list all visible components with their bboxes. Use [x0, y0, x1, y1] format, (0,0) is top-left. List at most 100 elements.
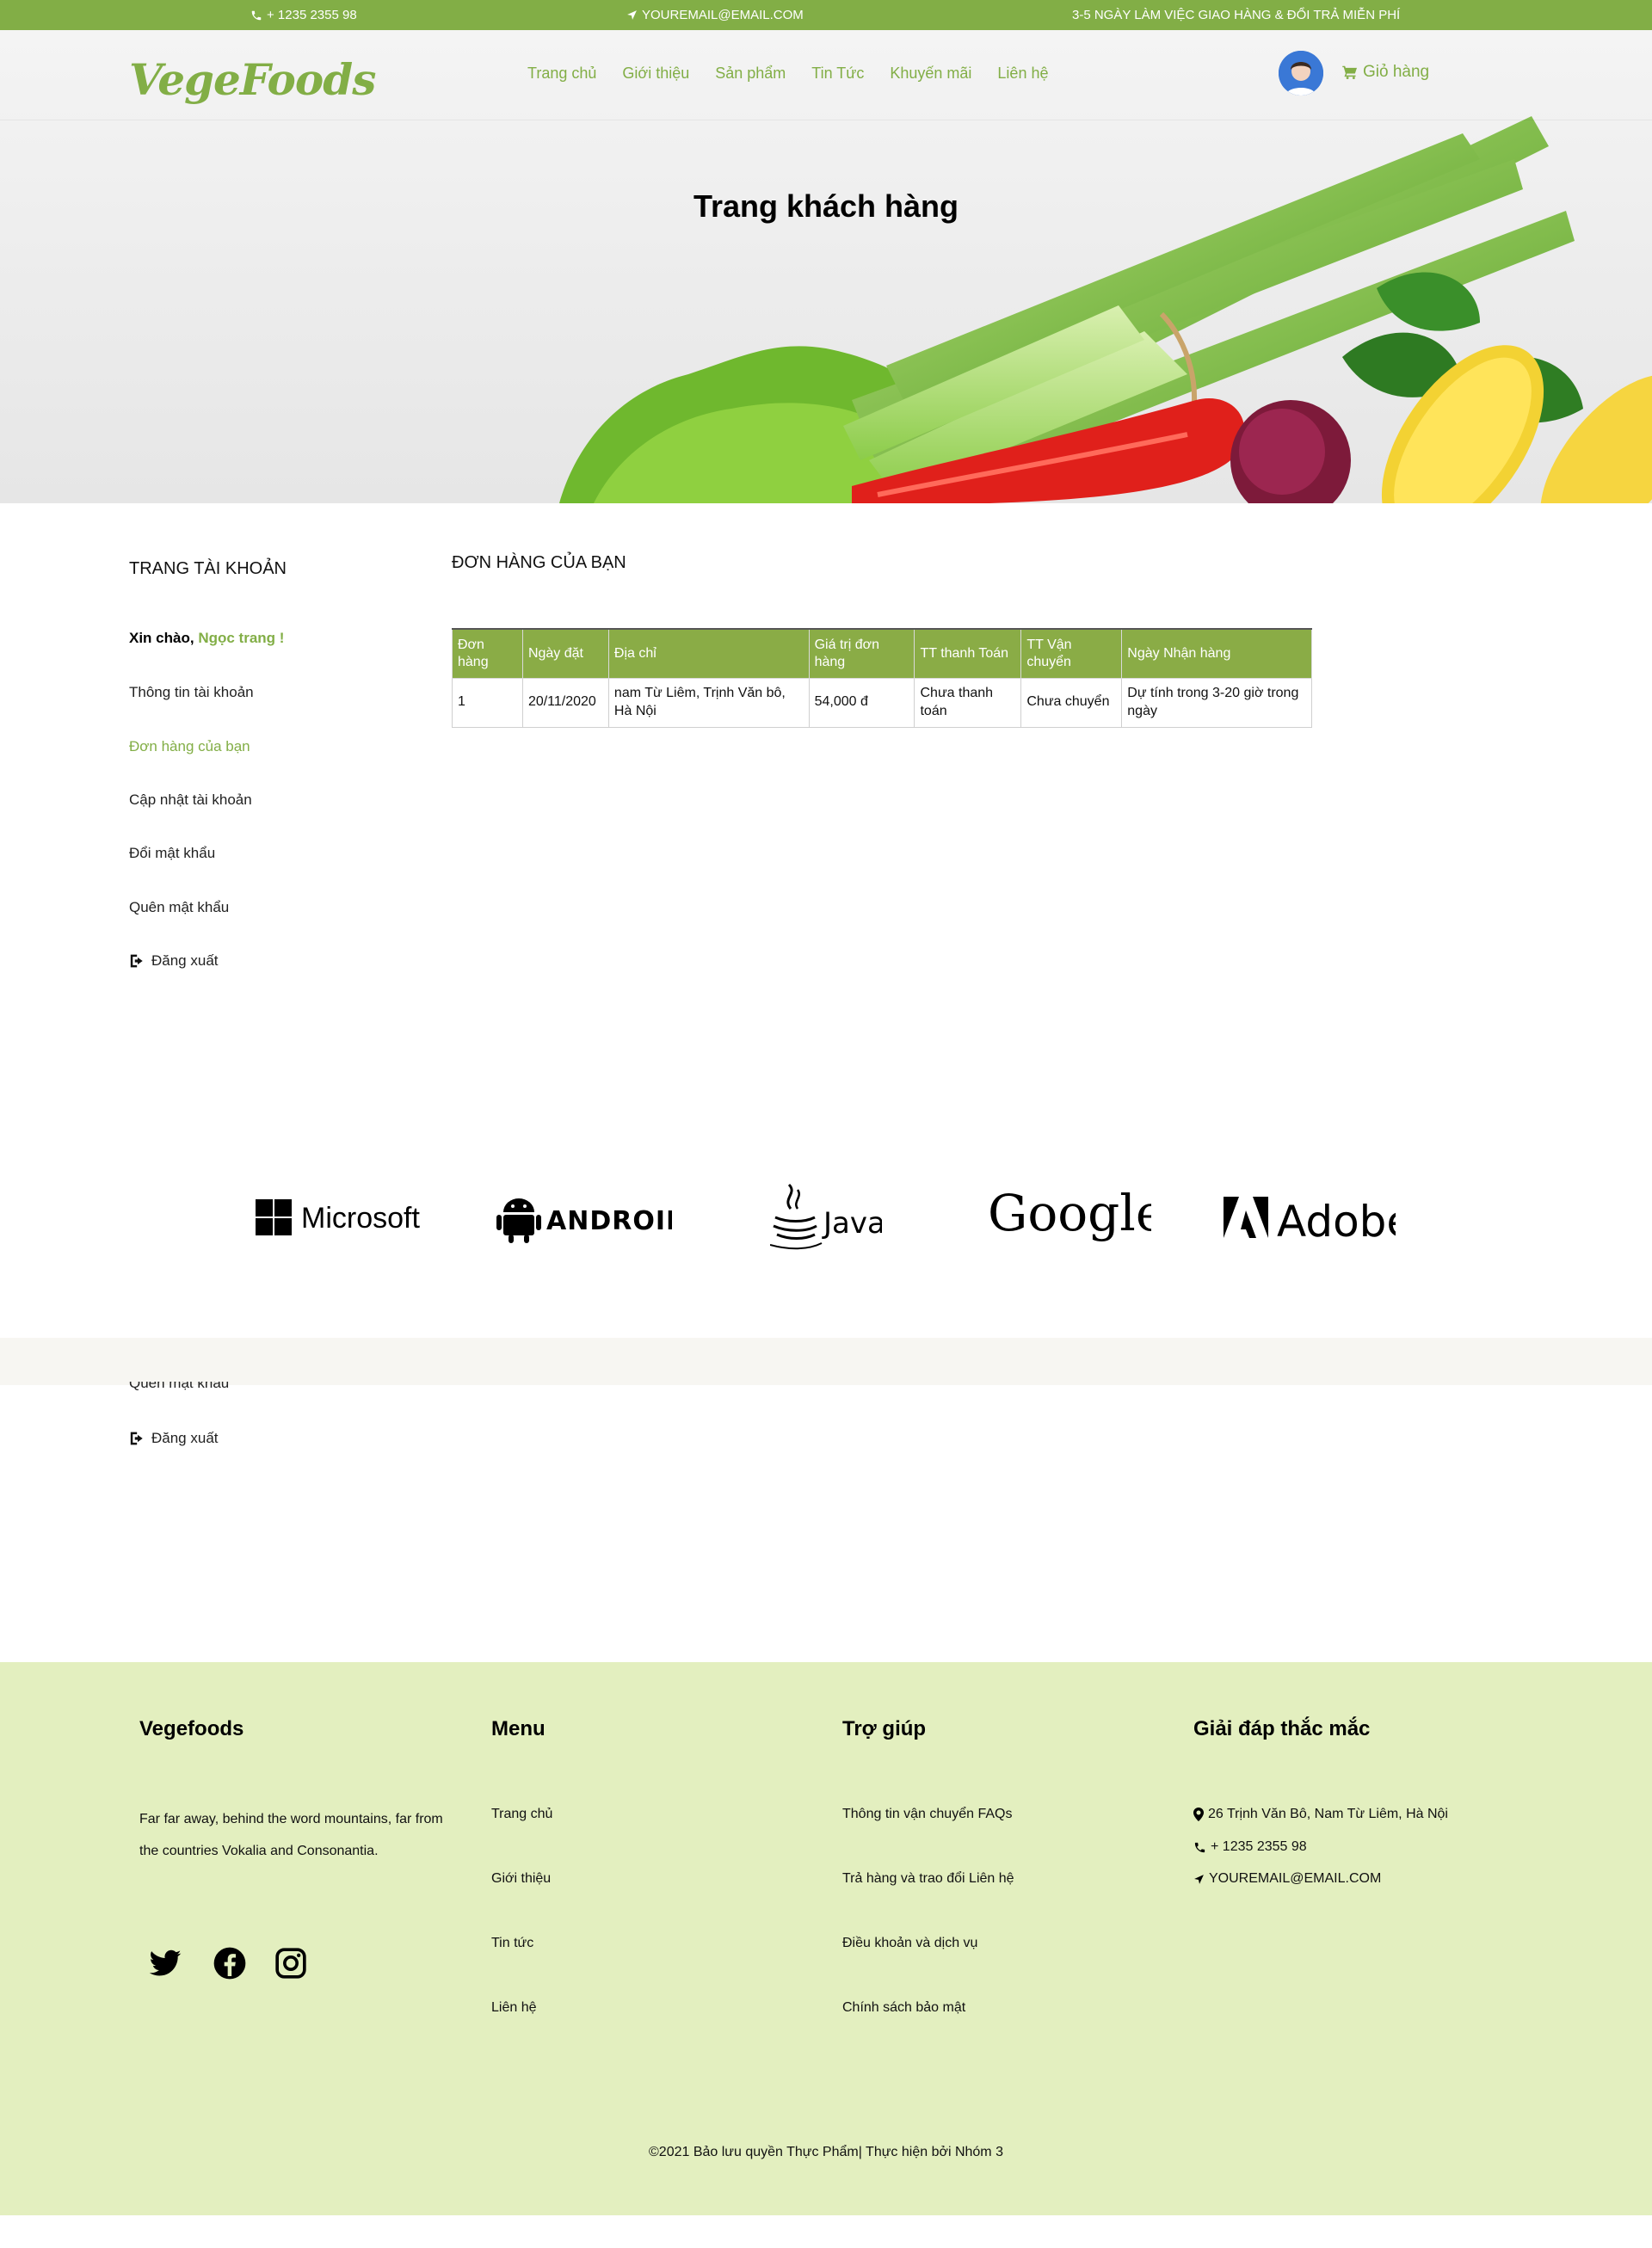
topbar-promo: 3-5 NGÀY LÀM VIỆC GIAO HÀNG & ĐỔI TRẢ MI…: [1072, 8, 1400, 22]
user-name: Ngọc trang !: [198, 630, 285, 646]
sidebar-item-logout[interactable]: Đăng xuất: [129, 952, 219, 970]
map-marker-icon: [1193, 1808, 1204, 1821]
footer-menu-news[interactable]: Tin tức: [491, 1936, 533, 1951]
android-logo-text: ANDROID: [546, 1206, 672, 1236]
sidebar-title: TRANG TÀI KHOẢN: [129, 559, 287, 578]
footer-email: YOUREMAIL@EMAIL.COM: [1193, 1871, 1381, 1887]
column-header: TT Vận chuyển: [1020, 628, 1123, 679]
logout-label: Đăng xuất: [151, 952, 219, 969]
footer-help-terms[interactable]: Điều khoản và dịch vụ: [842, 1936, 977, 1951]
twitter-icon: [149, 1949, 182, 1976]
footer-menu-about[interactable]: Giới thiệu: [491, 1871, 551, 1887]
user-avatar-icon: [1279, 51, 1323, 95]
order-total: 54,000 đ: [808, 677, 915, 728]
footer-phone: + 1235 2355 98: [1193, 1839, 1307, 1855]
footer-brand: Vegefoods: [139, 1717, 244, 1740]
column-header: Ngày đặt: [521, 628, 609, 679]
java-logo-text: Java: [822, 1206, 882, 1241]
topbar-phone: + 1235 2355 98: [250, 8, 357, 22]
sidebar-item-forgot-password[interactable]: Quên mật khẩu: [129, 899, 229, 916]
footer-description: Far far away, behind the word mountains,…: [139, 1812, 443, 1858]
footer-help-title: Trợ giúp: [842, 1717, 927, 1740]
copyright: ©2021 Bảo lưu quyền Thực Phẩm| Thực hiện…: [649, 2145, 1003, 2159]
delivery-date: Dự tính trong 3-20 giờ trong ngày: [1121, 677, 1312, 728]
main-navbar: VegeFoods Trang chủ Giới thiệu Sản phẩm …: [0, 30, 1652, 120]
facebook-link[interactable]: [213, 1946, 247, 1980]
microsoft-logo: Microsoft: [256, 1187, 431, 1247]
site-logo[interactable]: VegeFoods: [129, 54, 376, 105]
sidebar-item-orders[interactable]: Đơn hàng của bạn: [129, 738, 250, 755]
instagram-link[interactable]: [274, 1946, 308, 1980]
topbar-email: YOUREMAIL@EMAIL.COM: [626, 8, 804, 22]
send-icon: [627, 10, 637, 20]
orders-title: ĐƠN HÀNG CỦA BẠN: [452, 553, 626, 572]
footer-phone-text: + 1235 2355 98: [1211, 1839, 1307, 1854]
column-header: Địa chỉ: [607, 628, 810, 679]
column-header: Đơn hàng: [452, 628, 523, 679]
footer-address: 26 Trịnh Văn Bô, Nam Từ Liêm, Hà Nội: [1193, 1807, 1448, 1822]
grey-band: [0, 1338, 1652, 1385]
orders-table: Đơn hàng Ngày đặt Địa chỉ Giá trị đơn hà…: [452, 628, 1312, 728]
shipping-status: Chưa chuyển: [1020, 677, 1123, 728]
android-logo: ANDROID: [496, 1187, 672, 1247]
nav-about[interactable]: Giới thiệu: [622, 65, 689, 83]
order-date: 20/11/2020: [521, 677, 609, 728]
instagram-icon: [275, 1948, 306, 1979]
footer-help-privacy[interactable]: Chính sách bảo mật: [842, 2000, 965, 2016]
cart-label: Giỏ hàng: [1363, 63, 1430, 81]
table-header-row: Đơn hàng Ngày đặt Địa chỉ Giá trị đơn hà…: [452, 628, 1312, 679]
topbar-email-text: YOUREMAIL@EMAIL.COM: [642, 8, 804, 22]
topbar-phone-text: + 1235 2355 98: [267, 8, 357, 22]
google-logo-text: Google: [988, 1187, 1151, 1242]
greeting-text: Xin chào,: [129, 630, 194, 646]
ghost-logout[interactable]: Đăng xuất: [129, 1430, 219, 1447]
sidebar-item-account-info[interactable]: Thông tin tài khoản: [129, 684, 254, 701]
phone-icon: [1194, 1842, 1205, 1852]
cart-icon: [1342, 65, 1357, 79]
nav-contact[interactable]: Liên hệ: [997, 65, 1048, 83]
footer-help-returns[interactable]: Trả hàng và trao đổi Liên hệ: [842, 1871, 1014, 1887]
nav-promotions[interactable]: Khuyến mãi: [890, 65, 971, 83]
column-header: Ngày Nhận hàng: [1121, 628, 1312, 679]
ghost-forgot-password: Quên mật khẩu: [129, 1382, 229, 1394]
table-row[interactable]: 1 20/11/2020 nam Từ Liêm, Trịnh Văn bô, …: [452, 677, 1312, 728]
column-header: TT thanh Toán: [914, 628, 1022, 679]
footer-menu-title: Menu: [491, 1717, 546, 1740]
facebook-icon: [213, 1947, 246, 1980]
sidebar-item-update-account[interactable]: Cập nhật tài khoản: [129, 791, 252, 809]
sign-out-icon: [130, 1432, 143, 1445]
twitter-link[interactable]: [148, 1946, 182, 1980]
nav-news[interactable]: Tin Tức: [811, 65, 864, 83]
page-title: Trang khách hàng: [693, 188, 959, 224]
google-logo: Google: [988, 1187, 1151, 1247]
avatar[interactable]: [1279, 51, 1323, 95]
ghost-forgot-password-text: Quên mật khẩu: [129, 1382, 230, 1391]
send-icon: [1194, 1874, 1204, 1884]
column-header: Giá trị đơn hàng: [808, 628, 915, 679]
top-bar: + 1235 2355 98 YOUREMAIL@EMAIL.COM 3-5 N…: [0, 0, 1652, 30]
footer-menu-home[interactable]: Trang chủ: [491, 1807, 552, 1822]
sidebar-item-change-password[interactable]: Đổi mật khẩu: [129, 845, 215, 862]
footer-faq-title: Giải đáp thắc mắc: [1193, 1717, 1371, 1740]
topbar-promo-text: 3-5 NGÀY LÀM VIỆC GIAO HÀNG & ĐỔI TRẢ MI…: [1072, 8, 1401, 22]
footer-help-shipping[interactable]: Thông tin vận chuyển FAQs: [842, 1807, 1012, 1822]
footer-email-text: YOUREMAIL@EMAIL.COM: [1209, 1871, 1382, 1886]
footer-address-text: 26 Trịnh Văn Bô, Nam Từ Liêm, Hà Nội: [1208, 1807, 1448, 1821]
ghost-logout-label: Đăng xuất: [151, 1430, 219, 1446]
hero-banner: VegeFoods Trang chủ Giới thiệu Sản phẩm …: [0, 30, 1652, 503]
java-logo: Java: [770, 1183, 882, 1250]
footer-menu-contact[interactable]: Liên hệ: [491, 2000, 537, 2016]
greeting: Xin chào, Ngọc trang !: [129, 630, 284, 647]
payment-status: Chưa thanh toán: [914, 677, 1022, 728]
nav-home[interactable]: Trang chủ: [527, 65, 596, 83]
nav-products[interactable]: Sản phẩm: [715, 65, 786, 83]
main-nav: Trang chủ Giới thiệu Sản phẩm Tin Tức Kh…: [527, 65, 1048, 83]
adobe-logo: Adobe: [1224, 1187, 1396, 1247]
partner-logos: Microsoft ANDROID Java Google: [0, 1153, 1652, 1282]
order-id: 1: [452, 677, 523, 728]
cart-link[interactable]: Giỏ hàng: [1342, 63, 1429, 82]
adobe-logo-text: Adobe: [1277, 1197, 1396, 1241]
order-address: nam Từ Liêm, Trịnh Văn bô, Hà Nội: [607, 677, 810, 728]
sign-out-icon: [130, 954, 143, 968]
microsoft-logo-text: Microsoft: [301, 1202, 420, 1235]
